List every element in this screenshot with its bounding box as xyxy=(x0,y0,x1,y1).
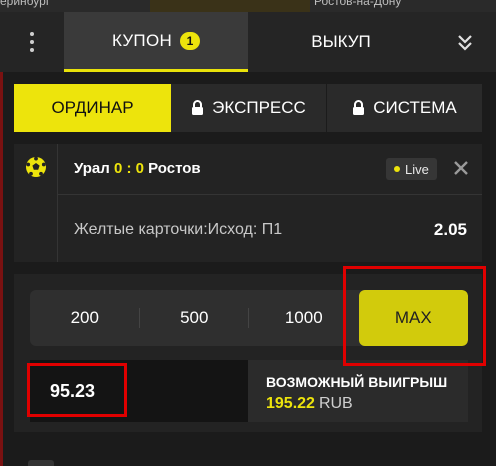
bet-type-single-label: ОРДИНАР xyxy=(51,98,134,117)
amount-highlight-box xyxy=(27,363,127,417)
quick-stake-200[interactable]: 200 xyxy=(30,290,140,346)
bet-type-express[interactable]: ЭКСПРЕСС xyxy=(171,84,327,132)
team-home: Урал xyxy=(74,160,110,177)
bet-type-single[interactable]: ОРДИНАР xyxy=(14,84,171,132)
background-city-text: еринбург xyxy=(0,0,51,8)
match-title[interactable]: Урал 0 : 0 Ростов xyxy=(74,160,201,177)
kebab-icon xyxy=(30,32,34,52)
possible-win-amount: 195.22 RUB xyxy=(266,395,353,413)
bet-odds: 2.05 xyxy=(433,220,467,239)
possible-win-value: 195.22 xyxy=(266,395,315,412)
bet-type-system-label: СИСТЕМА xyxy=(373,98,457,117)
live-dot-icon xyxy=(394,166,400,172)
bet-type-selector: ОРДИНАР ЭКСПРЕСС СИСТЕМА xyxy=(14,84,482,132)
background-edge xyxy=(0,12,3,466)
team-away: Ростов xyxy=(148,160,201,177)
live-label: Live xyxy=(405,161,429,177)
lock-icon xyxy=(353,100,365,115)
bet-type-system[interactable]: СИСТЕМА xyxy=(327,84,482,132)
chevron-double-down-icon xyxy=(458,35,472,51)
match-score: 0 : 0 xyxy=(113,160,144,177)
coupon-count-badge: 1 xyxy=(180,31,201,50)
coupon-header: КУПОН 1 ВЫКУП xyxy=(0,12,496,72)
collapse-button[interactable] xyxy=(434,12,496,72)
background-strip: еринбург Ростов-на-Дону xyxy=(0,0,496,12)
lock-icon xyxy=(192,100,204,115)
remove-bet-close-icon[interactable] xyxy=(451,158,471,178)
tab-coupon-label: КУПОН xyxy=(111,30,173,50)
currency-label: RUB xyxy=(318,395,353,412)
quick-stake-500[interactable]: 500 xyxy=(140,290,250,346)
next-section-edge xyxy=(28,460,54,466)
bet-market: Желтые карточки:Исход: П1 xyxy=(74,221,283,238)
football-icon xyxy=(25,156,46,177)
card-divider xyxy=(58,194,482,195)
tab-buyout[interactable]: ВЫКУП xyxy=(248,12,434,72)
tab-coupon[interactable]: КУПОН 1 xyxy=(64,12,248,72)
max-highlight-box xyxy=(343,266,486,366)
tab-buyout-label: ВЫКУП xyxy=(311,32,371,51)
background-city-text-right: Ростов-на-Дону xyxy=(314,0,402,8)
more-menu-button[interactable] xyxy=(0,12,64,72)
live-badge: Live xyxy=(386,158,437,180)
bet-card: Урал 0 : 0 Ростов Live Желтые карточки:И… xyxy=(14,144,482,262)
bet-type-express-label: ЭКСПРЕСС xyxy=(212,98,306,117)
sport-column xyxy=(14,144,58,262)
possible-win-label: ВОЗМОЖНЫЙ ВЫИГРЫШ xyxy=(266,374,448,390)
possible-win-box: ВОЗМОЖНЫЙ ВЫИГРЫШ 195.22 RUB xyxy=(248,360,468,422)
background-banner xyxy=(150,0,310,12)
